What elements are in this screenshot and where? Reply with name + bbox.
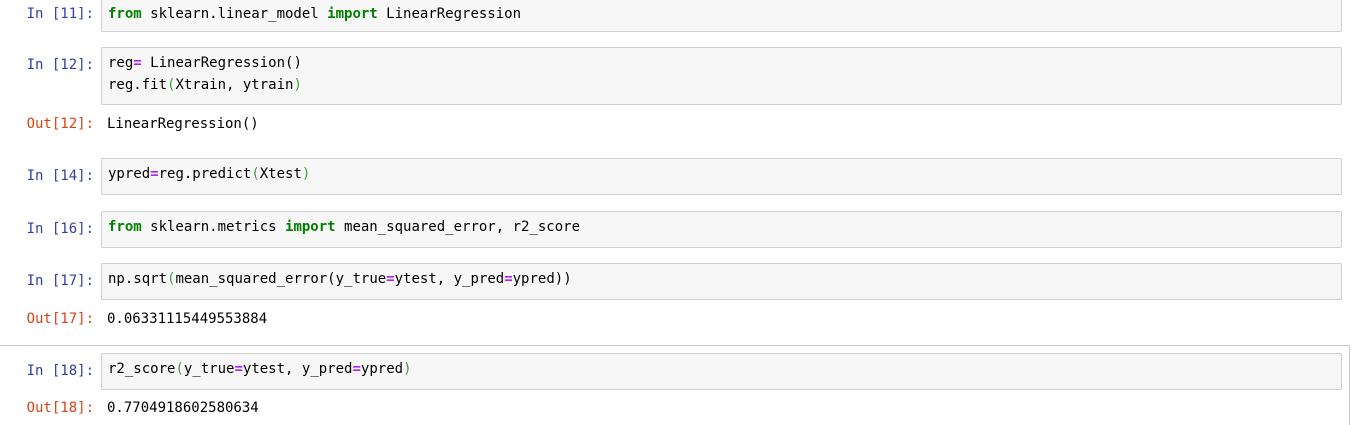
code-token: LinearRegression() xyxy=(141,55,302,71)
code-token: r2_score xyxy=(108,361,176,377)
output-prompt: Out[12]: xyxy=(26,116,94,132)
input-prompt: In [12]: xyxy=(26,57,94,73)
code-token: ( xyxy=(251,166,260,182)
output-prompt: Out[17]: xyxy=(26,311,94,327)
input-prompt: In [17]: xyxy=(26,273,94,289)
code-token: import xyxy=(327,6,378,22)
code-token: from xyxy=(108,6,142,22)
code-line: reg= LinearRegression() xyxy=(108,52,1335,74)
code-token: ) xyxy=(293,77,302,93)
code-token: = xyxy=(504,271,513,287)
code-input[interactable]: r2_score(y_true=ytest, y_pred=ypred) xyxy=(101,353,1342,390)
code-token: = xyxy=(352,361,361,377)
code-token: np.sqrt xyxy=(108,271,168,287)
code-token: reg xyxy=(108,55,134,71)
code-input[interactable]: from sklearn.metrics import mean_squared… xyxy=(101,211,1342,248)
code-token: LinearRegression xyxy=(377,6,522,22)
code-token: ytest, y_pred xyxy=(242,361,353,377)
code-token: = xyxy=(386,271,395,287)
code-token: Xtest xyxy=(259,166,302,182)
code-input[interactable]: ypred=reg.predict(Xtest) xyxy=(101,158,1342,195)
code-token: from xyxy=(108,219,142,235)
code-token: ypred xyxy=(108,166,151,182)
code-token: Xtrain, ytrain xyxy=(175,77,294,93)
code-input[interactable]: np.sqrt(mean_squared_error(y_true=ytest,… xyxy=(101,263,1342,300)
input-prompt: In [18]: xyxy=(26,363,94,379)
input-prompt: In [14]: xyxy=(26,168,94,184)
input-prompt: In [16]: xyxy=(26,221,94,237)
code-input[interactable]: from sklearn.linear_model import LinearR… xyxy=(101,0,1342,32)
code-token: ypred xyxy=(360,361,404,377)
code-token: y_true xyxy=(183,361,235,377)
code-line: from sklearn.metrics import mean_squared… xyxy=(108,216,1335,238)
code-line: np.sqrt(mean_squared_error(y_true=ytest,… xyxy=(108,268,1335,290)
code-token: mean_squared_error(y_true xyxy=(175,271,387,287)
cell-output: 0.7704918602580634 xyxy=(107,400,259,416)
code-token: = xyxy=(150,166,159,182)
code-line: from sklearn.linear_model import LinearR… xyxy=(108,3,1335,25)
code-token: = xyxy=(234,361,243,377)
code-token: mean_squared_error, r2_score xyxy=(335,219,581,235)
output-prompt: Out[18]: xyxy=(26,400,94,416)
code-line: reg.fit(Xtrain, ytrain) xyxy=(108,74,1335,96)
code-input[interactable]: reg= LinearRegression() reg.fit(Xtrain, y… xyxy=(101,47,1342,105)
code-line: ypred=reg.predict(Xtest) xyxy=(108,163,1335,185)
code-token: sklearn.linear_model xyxy=(141,6,328,22)
code-token: import xyxy=(285,219,336,235)
cell-output: 0.06331115449553884 xyxy=(107,311,268,327)
code-token: reg.predict xyxy=(158,166,252,182)
code-token: ) xyxy=(403,361,412,377)
cell-output: LinearRegression() xyxy=(107,116,259,132)
code-line: r2_score(y_true=ytest, y_pred=ypred) xyxy=(108,358,1335,380)
code-token: sklearn.metrics xyxy=(141,219,286,235)
code-token: reg.fit xyxy=(108,77,168,93)
code-token: ) xyxy=(301,166,311,182)
code-token: = xyxy=(133,55,142,71)
input-prompt: In [11]: xyxy=(26,6,94,22)
code-token: ( xyxy=(175,361,184,377)
code-token: ypred)) xyxy=(512,271,572,287)
code-token: ytest, y_pred xyxy=(394,271,505,287)
